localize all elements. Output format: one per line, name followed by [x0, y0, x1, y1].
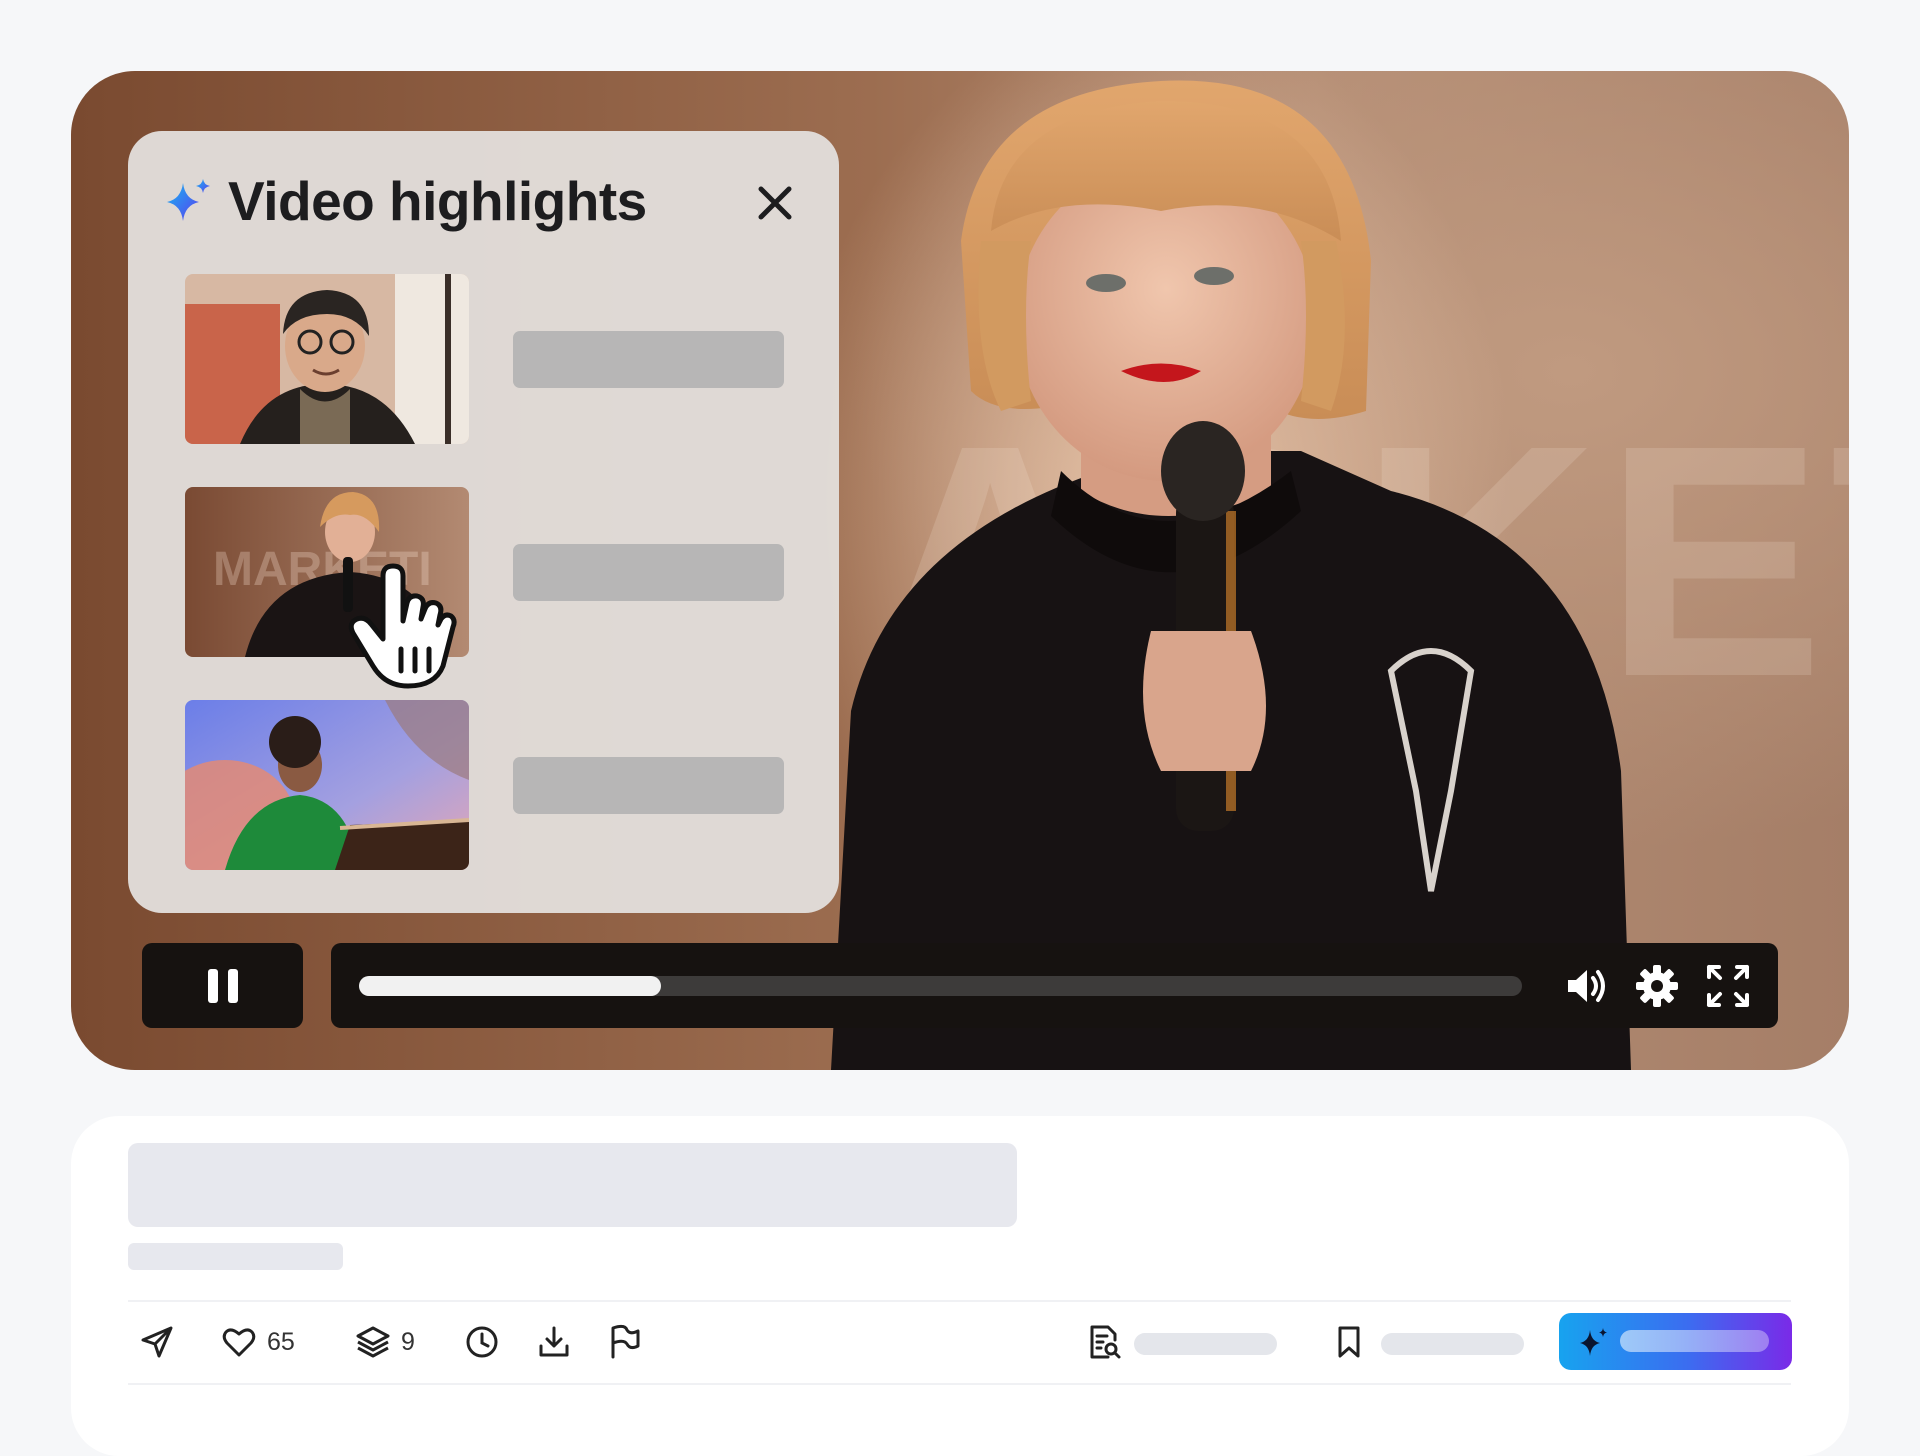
volume-icon[interactable] [1563, 963, 1609, 1009]
progress-bar[interactable] [359, 976, 1522, 996]
save-button[interactable] [1331, 1322, 1367, 1362]
send-icon [141, 1326, 173, 1358]
heart-icon [222, 1328, 256, 1357]
document-search-icon [1090, 1325, 1121, 1359]
layers-button[interactable]: 9 [355, 1322, 415, 1362]
divider [128, 1300, 1791, 1302]
download-button[interactable] [536, 1322, 572, 1362]
like-count: 65 [267, 1327, 295, 1356]
man-with-glasses-thumbnail [185, 274, 469, 444]
ai-assistant-button[interactable] [1559, 1313, 1792, 1370]
gear-icon[interactable] [1634, 963, 1680, 1009]
progress-fill [359, 976, 662, 996]
transcript-button[interactable] [1086, 1322, 1122, 1362]
divider [128, 1383, 1791, 1385]
clock-icon [466, 1326, 498, 1358]
download-icon [539, 1326, 569, 1357]
sparkle-icon [1580, 1328, 1607, 1356]
transcript-label-placeholder [1134, 1333, 1277, 1355]
subtitle-placeholder [128, 1243, 343, 1270]
layers-count: 9 [401, 1327, 415, 1356]
highlight-title-placeholder [513, 544, 784, 601]
video-control-bar [331, 943, 1778, 1028]
highlight-item[interactable] [185, 274, 785, 446]
highlight-item[interactable]: MARKETI [185, 487, 785, 659]
flag-icon [611, 1324, 640, 1359]
fullscreen-icon[interactable] [1705, 963, 1751, 1009]
ai-button-label-placeholder [1620, 1330, 1769, 1352]
pause-button[interactable] [142, 943, 303, 1028]
video-highlights-panel: Video highlights MARKETI [128, 131, 839, 913]
share-button[interactable] [139, 1322, 175, 1362]
report-button[interactable] [607, 1322, 643, 1362]
watch-later-button[interactable] [464, 1322, 500, 1362]
like-button[interactable]: 65 [221, 1322, 295, 1362]
bookmark-icon [1338, 1326, 1360, 1358]
panel-title: Video highlights [228, 170, 647, 232]
video-info-card: 65 9 [71, 1116, 1849, 1456]
title-placeholder [128, 1143, 1017, 1227]
highlight-title-placeholder [513, 331, 784, 388]
woman-at-podium-thumbnail [185, 700, 469, 870]
sparkle-icon [167, 179, 210, 221]
hand-cursor-icon [348, 563, 457, 689]
video-player[interactable]: ARKETI [71, 71, 1849, 1070]
speaker-image [831, 80, 1631, 1070]
pause-icon [208, 969, 238, 1003]
close-icon[interactable] [751, 179, 799, 227]
save-label-placeholder [1381, 1333, 1524, 1355]
highlight-item[interactable] [185, 700, 785, 872]
highlight-title-placeholder [513, 757, 784, 814]
layers-icon [356, 1326, 390, 1358]
